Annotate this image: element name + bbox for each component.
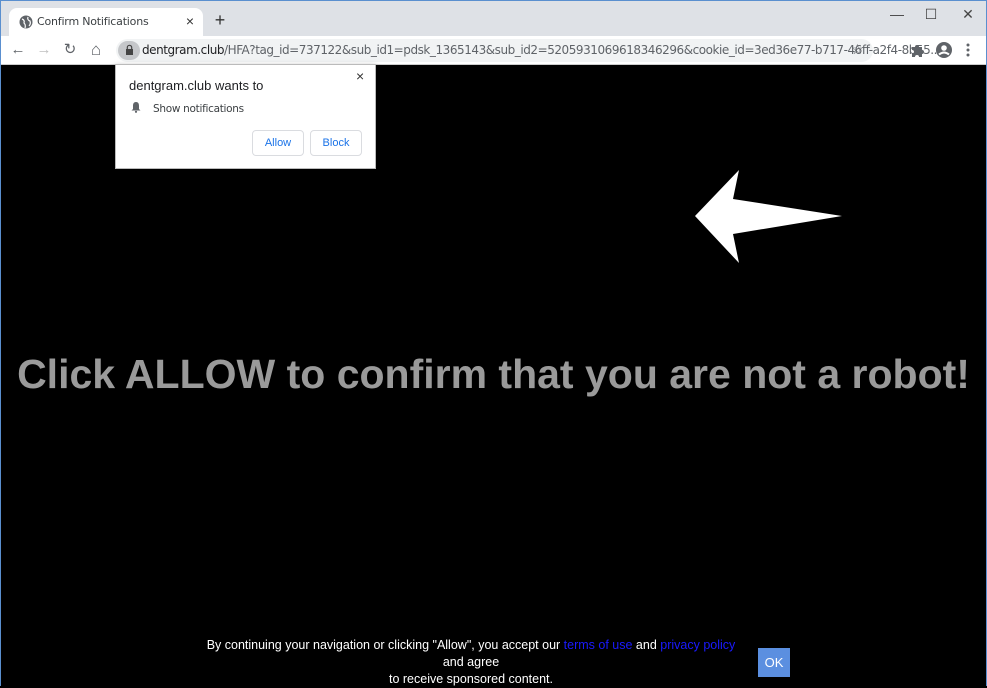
consent-text: By continuing your navigation or clickin… <box>196 637 746 688</box>
profile-icon[interactable] <box>935 41 953 59</box>
allow-button[interactable]: Allow <box>252 130 304 156</box>
extensions-icon[interactable] <box>909 42 925 58</box>
url-path: /HFA?tag_id=737122&sub_id1=pdsk_1365143&… <box>224 43 941 57</box>
privacy-policy-link[interactable]: privacy policy <box>660 638 735 652</box>
forward-button[interactable]: → <box>33 39 55 61</box>
tab-title: Confirm Notifications <box>37 15 149 28</box>
browser-toolbar: ← → ↻ ⌂ dentgram.club/HFA?tag_id=737122&… <box>1 36 986 65</box>
left-arrow-icon <box>695 170 842 263</box>
close-window-button[interactable]: ✕ <box>951 4 985 24</box>
site-info-button[interactable] <box>118 41 140 60</box>
menu-kebab-icon[interactable] <box>964 42 972 58</box>
new-tab-button[interactable]: + <box>211 11 229 29</box>
url-host: dentgram.club <box>142 43 225 57</box>
tab-confirm-notifications[interactable]: Confirm Notifications × <box>9 8 203 36</box>
maximize-button[interactable]: ☐ <box>914 4 948 24</box>
bell-icon <box>131 102 141 113</box>
consent-and: and <box>632 638 661 652</box>
reload-button[interactable]: ↻ <box>59 39 81 61</box>
block-button[interactable]: Block <box>310 130 362 156</box>
browser-window: Confirm Notifications × + — ☐ ✕ ← → ↻ ⌂ … <box>0 0 987 686</box>
address-bar[interactable]: dentgram.club/HFA?tag_id=737122&sub_id1=… <box>116 39 941 62</box>
url-text[interactable]: dentgram.club/HFA?tag_id=737122&sub_id1=… <box>142 43 941 57</box>
popup-close-icon[interactable]: × <box>356 68 364 84</box>
home-button[interactable]: ⌂ <box>85 39 107 61</box>
consent-prefix: By continuing your navigation or clickin… <box>206 638 564 652</box>
robot-headline: Click ALLOW to confirm that you are not … <box>17 351 970 397</box>
globe-icon <box>19 15 33 29</box>
consent-line2: to receive sponsored content. <box>389 672 553 686</box>
minimize-button[interactable]: — <box>880 4 914 24</box>
terms-of-use-link[interactable]: terms of use <box>564 638 633 652</box>
bookmark-star-icon[interactable]: ☆ <box>851 41 864 58</box>
popup-title: dentgram.club wants to <box>129 78 264 93</box>
lock-icon <box>126 44 133 55</box>
notification-permission-popup: dentgram.club wants to × Show notificati… <box>115 64 376 169</box>
permission-text: Show notifications <box>153 103 244 115</box>
ok-button[interactable]: OK <box>758 648 790 677</box>
tab-strip: Confirm Notifications × + — ☐ ✕ <box>1 1 986 36</box>
back-button[interactable]: ← <box>7 39 29 61</box>
consent-suffix: and agree <box>442 655 500 669</box>
tab-close-icon[interactable]: × <box>183 13 197 29</box>
